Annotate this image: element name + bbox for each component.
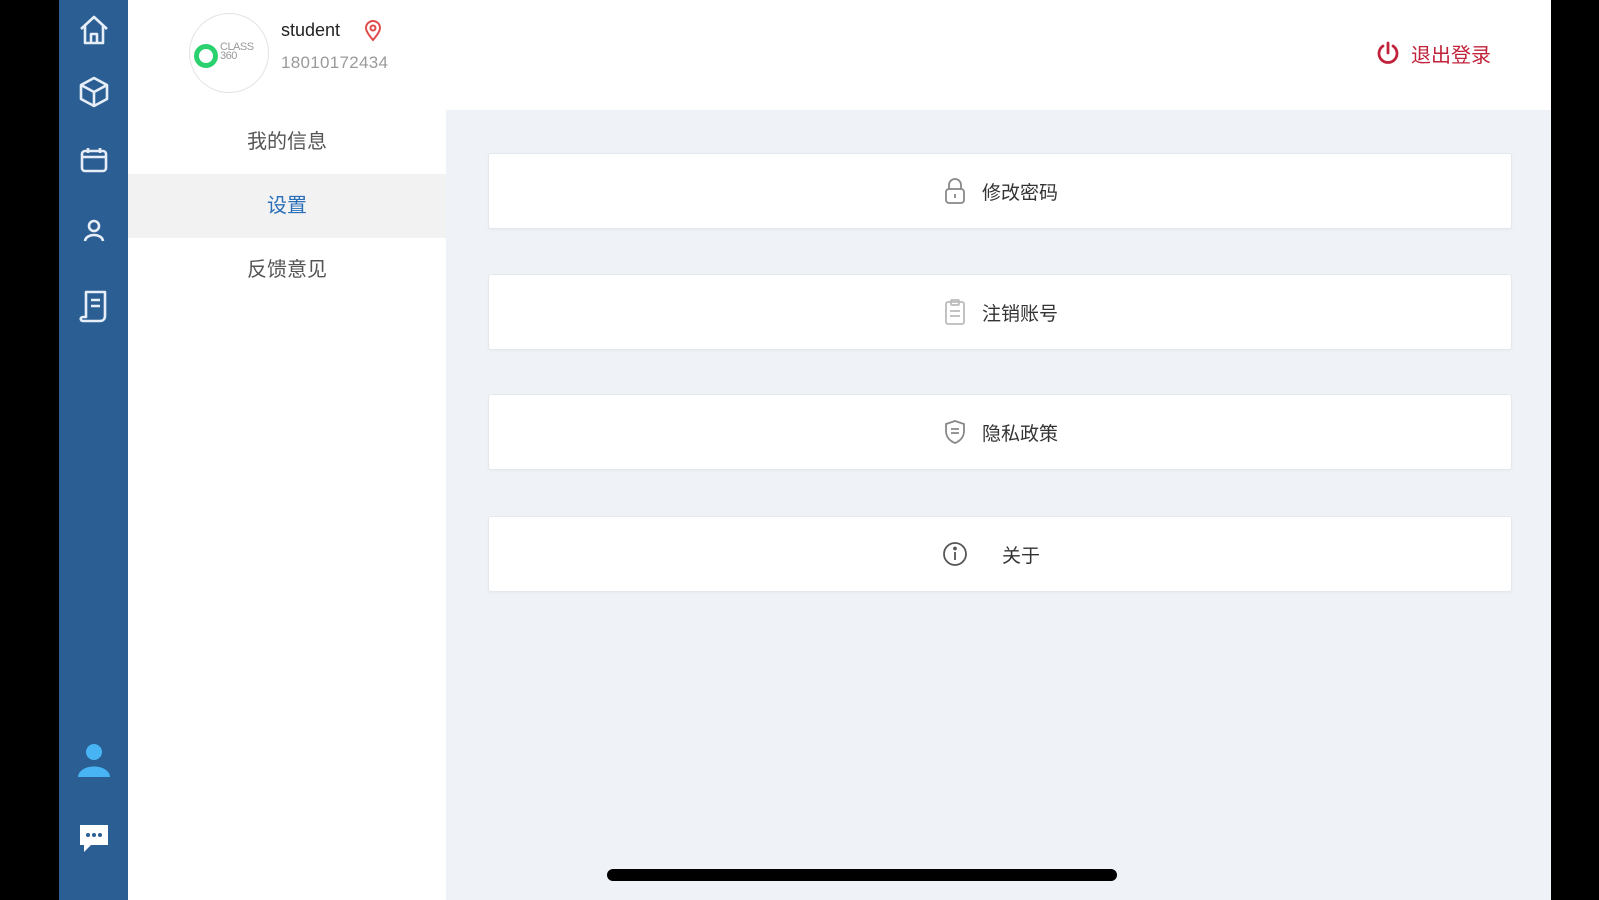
avatar[interactable]: CLASS 360: [189, 13, 269, 93]
submenu-item-my-info[interactable]: 我的信息: [128, 110, 446, 174]
settings-submenu: 我的信息 设置 反馈意见: [128, 110, 446, 900]
nav-rail: [59, 0, 128, 900]
avatar-logo-text: CLASS 360: [220, 41, 254, 62]
person-icon: [83, 219, 104, 242]
nav-schedule-button[interactable]: [59, 130, 128, 190]
privacy-policy-row[interactable]: 隐私政策: [488, 394, 1512, 470]
info-icon: [943, 542, 967, 566]
document-icon: [78, 290, 106, 323]
nav-home-button[interactable]: [59, 0, 128, 60]
about-label: 关于: [1001, 545, 1040, 567]
chat-icon: [79, 825, 108, 852]
nav-documents-button[interactable]: [59, 276, 128, 336]
home-icon: [79, 15, 108, 45]
logo-mark: [194, 44, 218, 68]
cube-icon: [79, 76, 108, 108]
submenu-item-feedback[interactable]: 反馈意见: [128, 238, 446, 302]
profile-header: CLASS 360 student 18010172434 退出登录: [128, 0, 1551, 110]
app-content: CLASS 360 student 18010172434 退出登录 我的信息 …: [128, 0, 1551, 900]
logout-button[interactable]: 退出登录: [1375, 38, 1491, 68]
nav-messages-button[interactable]: [59, 808, 128, 868]
nav-courses-button[interactable]: [59, 62, 128, 122]
home-indicator[interactable]: [607, 869, 1117, 881]
change-password-row[interactable]: 修改密码: [488, 153, 1512, 229]
lock-icon: [945, 178, 965, 204]
change-password-label: 修改密码: [981, 182, 1058, 204]
cancel-account-row[interactable]: 注销账号: [488, 274, 1512, 350]
location-pin-icon: [364, 20, 382, 42]
profile-icon: [77, 744, 110, 777]
cancel-account-label: 注销账号: [981, 303, 1058, 325]
logout-label: 退出登录: [1411, 44, 1491, 67]
about-row[interactable]: 关于: [488, 516, 1512, 592]
calendar-icon: [80, 148, 107, 173]
nav-profile-button[interactable]: [59, 730, 128, 790]
nav-contacts-button[interactable]: [59, 200, 128, 260]
username: student: [281, 20, 341, 40]
shield-icon: [945, 420, 965, 444]
power-icon: [1377, 41, 1399, 64]
privacy-policy-label: 隐私政策: [981, 423, 1058, 445]
submenu-item-settings[interactable]: 设置: [128, 174, 446, 238]
phone-number: 18010172434: [281, 53, 389, 72]
clipboard-icon: [945, 299, 965, 325]
